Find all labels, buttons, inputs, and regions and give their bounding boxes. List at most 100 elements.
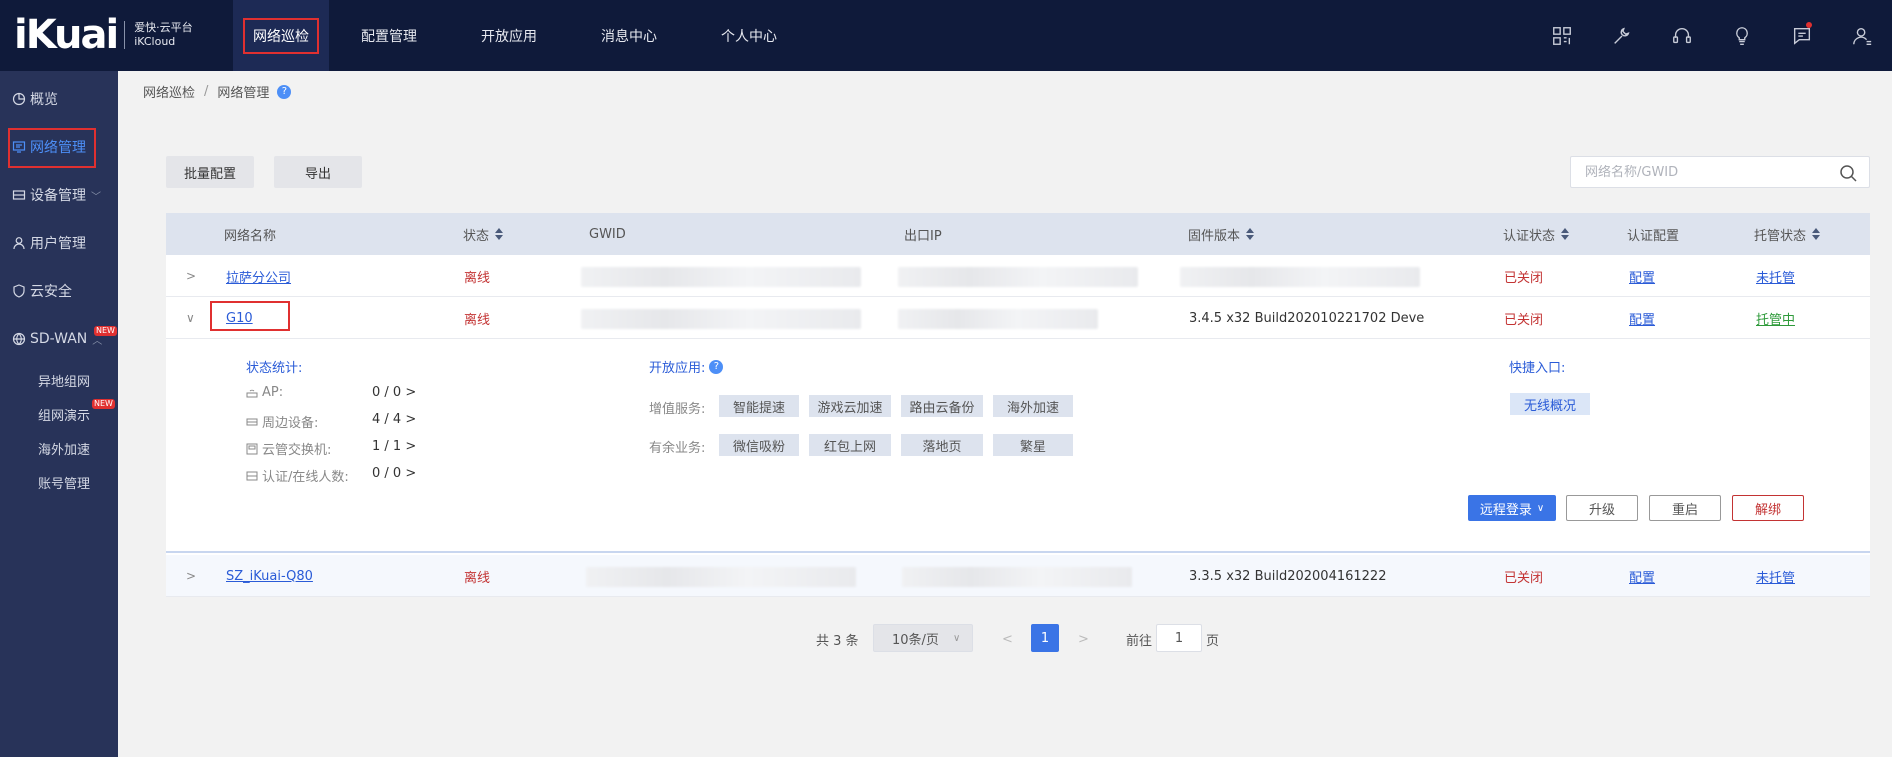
stat-label: 认证/在线人数: [262,470,349,485]
table-row[interactable]: > SZ_iKuai-Q80 离线 3.3.5 x32 Build2020041… [166,555,1870,597]
page-suffix: 页 [1206,633,1220,649]
export-button[interactable]: 导出 [274,156,362,188]
sidebar-item-user-management[interactable]: 用户管理 [0,228,118,258]
stat-label: AP: [262,385,284,400]
service-tag[interactable]: 游戏云加速 [809,395,891,417]
sort-icon[interactable] [1812,228,1821,240]
auth-config-link[interactable]: 配置 [1629,309,1655,328]
help-icon[interactable]: ? [709,359,724,374]
grid-icon[interactable] [1532,0,1592,71]
quick-link-wireless-overview[interactable]: 无线概况 [1510,393,1590,415]
tab-personal-center[interactable]: 个人中心 [689,0,809,71]
chevron-right-icon[interactable]: > [186,255,196,297]
service-tag[interactable]: 红包上网 [809,434,891,456]
firmware-cell: 3.3.5 x32 Build202004161222 [1189,568,1387,584]
sidebar-sub-account-management[interactable]: 账号管理 [38,473,90,492]
hosting-status-link[interactable]: 托管中 [1756,309,1795,328]
tab-config-management[interactable]: 配置管理 [329,0,449,71]
tab-message-center[interactable]: 消息中心 [569,0,689,71]
goto-page-input[interactable]: 1 [1156,624,1202,652]
top-bar: iKuai 爱快·云平台 iKCloud 网络巡检 配置管理 开放应用 消息中心… [0,0,1892,71]
sidebar-item-sdwan[interactable]: SD-WAN ︿ NEW [0,324,118,354]
column-label: GWID [589,226,626,242]
table-row[interactable]: > 拉萨分公司 离线 已关闭 配置 未托管 [166,255,1870,297]
globe-icon [12,332,26,346]
status-cell: 离线 [464,570,491,586]
column-header-status[interactable]: 状态 [463,213,504,255]
next-page-button[interactable]: > [1078,624,1089,654]
stat-value[interactable]: 0 / 0 > [372,466,416,481]
new-badge: NEW [94,326,117,336]
tab-open-apps[interactable]: 开放应用 [449,0,569,71]
sidebar-item-device-management[interactable]: 设备管理 ﹀ [0,180,118,210]
chevron-right-icon[interactable]: > [186,555,196,597]
person-icon [12,236,26,250]
reboot-button[interactable]: 重启 [1649,495,1721,521]
tool-icon[interactable] [1592,0,1652,71]
ip-redacted [902,567,1132,587]
prev-page-button[interactable]: < [1002,624,1013,654]
user-icon[interactable] [1832,0,1892,71]
sidebar-sub-overseas-acceleration[interactable]: 海外加速 [38,439,90,458]
column-header-hosting-status[interactable]: 托管状态 [1754,213,1821,255]
new-badge: NEW [92,399,115,409]
tab-network-inspection[interactable]: 网络巡检 [233,0,329,71]
stat-value[interactable]: 4 / 4 > [372,412,416,427]
column-label: 托管状态 [1754,228,1807,244]
sort-icon[interactable] [1246,228,1255,240]
hosting-status-link[interactable]: 未托管 [1756,567,1795,586]
pagination: 共 3 条 10条/页 ∨ < 1 > 前往 1 页 [0,624,1892,654]
service-tag[interactable]: 智能提速 [719,395,799,417]
search-input[interactable] [1585,164,1825,180]
batch-config-button[interactable]: 批量配置 [166,156,254,188]
sort-icon[interactable] [495,228,504,240]
sidebar-item-network-management[interactable]: 网络管理 [0,128,118,168]
message-icon[interactable] [1772,0,1832,71]
network-name-link[interactable]: 拉萨分公司 [226,267,291,286]
brand-logo[interactable]: iKuai 爱快·云平台 iKCloud [14,10,193,60]
upgrade-button[interactable]: 升级 [1566,495,1638,521]
gwid-redacted [586,567,856,587]
sidebar-sub-remote-network[interactable]: 异地组网 [38,371,90,390]
service-tag[interactable]: 繁星 [993,434,1073,456]
device-icon [12,188,26,202]
auth-config-link[interactable]: 配置 [1629,567,1655,586]
column-header-firmware[interactable]: 固件版本 [1188,213,1255,255]
sidebar-item-overview[interactable]: 概览 [0,84,118,114]
page-number[interactable]: 1 [1031,624,1059,652]
sort-icon[interactable] [1561,228,1570,240]
unbind-button[interactable]: 解绑 [1732,495,1804,521]
stat-value[interactable]: 0 / 0 > [372,385,416,400]
hosting-status-link[interactable]: 未托管 [1756,267,1795,286]
search-icon[interactable] [1839,164,1857,182]
help-icon[interactable]: ? [277,84,292,99]
service-tag[interactable]: 微信吸粉 [719,434,799,456]
breadcrumb-item[interactable]: 网络巡检 [143,82,195,101]
sidebar-sub-network-demo[interactable]: 组网演示 [38,405,90,424]
headset-icon[interactable] [1652,0,1712,71]
chevron-down-icon[interactable]: ∨ [186,297,195,339]
stat-label: 云管交换机: [262,443,332,458]
status-cell: 离线 [464,270,491,286]
auth-config-link[interactable]: 配置 [1629,267,1655,286]
page-size-select[interactable]: 10条/页 ∨ [873,624,973,652]
remote-login-button[interactable]: 远程登录 ∨ [1468,495,1556,521]
column-header-name: 网络名称 [224,213,276,255]
sidebar-item-cloud-security[interactable]: 云安全 [0,276,118,306]
service-tag[interactable]: 落地页 [901,434,983,456]
breadcrumb-current: 网络管理 [217,86,270,101]
sidebar-item-label: 设备管理 [30,188,86,204]
stat-value[interactable]: 1 / 1 > [372,439,416,454]
network-name-link[interactable]: SZ_iKuai-Q80 [226,569,313,584]
column-header-auth-config: 认证配置 [1627,213,1679,255]
breadcrumb: 网络巡检 / 网络管理 ? [143,82,292,101]
bulb-icon[interactable] [1712,0,1772,71]
column-label: 认证状态 [1503,228,1556,244]
table-row[interactable]: ∨ G10 离线 3.4.5 x32 Build202010221702 Dev… [166,297,1870,339]
service-tag[interactable]: 海外加速 [993,395,1073,417]
stat-auth-online: 认证/在线人数: [246,466,349,485]
stat-label: 周边设备: [262,416,319,431]
service-tag[interactable]: 路由云备份 [901,395,983,417]
column-header-auth-status[interactable]: 认证状态 [1503,213,1570,255]
tab-label: 个人中心 [721,28,777,45]
